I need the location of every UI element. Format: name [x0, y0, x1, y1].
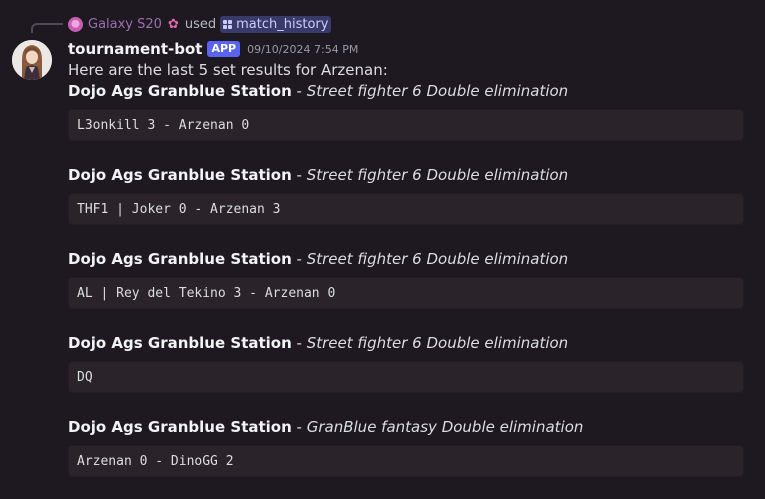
score-code-block: THF1 | Joker 0 - Arzenan 3: [68, 193, 744, 225]
bot-avatar[interactable]: [12, 40, 52, 80]
set-score: DQ: [77, 369, 93, 385]
result-title: Dojo Ags Granblue Station - GranBlue fan…: [68, 416, 744, 438]
game-name: Street fighter 6 Double elimination: [306, 250, 569, 268]
score-code-block: Arzenan 0 - DinoGG 2: [68, 445, 744, 477]
set-result: Dojo Ags Granblue Station - Street fight…: [68, 164, 744, 225]
message-header: tournament-bot APP 09/10/2024 7:54 PM: [68, 39, 358, 59]
interaction-username[interactable]: Galaxy S20: [88, 17, 162, 32]
set-score: AL | Rey del Tekino 3 - Arzenan 0: [77, 285, 336, 301]
app-badge: APP: [207, 41, 241, 57]
title-separator: -: [291, 82, 307, 100]
score-code-block: AL | Rey del Tekino 3 - Arzenan 0: [68, 277, 744, 309]
title-separator: -: [291, 334, 307, 352]
used-label: used: [184, 16, 217, 32]
slash-command-icon: [223, 19, 233, 29]
result-title: Dojo Ags Granblue Station - Street fight…: [68, 332, 744, 354]
title-separator: -: [291, 250, 307, 268]
set-result: Dojo Ags Granblue Station - Street fight…: [68, 332, 744, 393]
game-name: Street fighter 6 Double elimination: [306, 82, 569, 100]
event-name: Dojo Ags Granblue Station: [68, 334, 292, 352]
event-name: Dojo Ags Granblue Station: [68, 82, 292, 100]
interaction-user-avatar[interactable]: [68, 16, 83, 32]
title-separator: -: [291, 418, 307, 436]
set-score: L3onkill 3 - Arzenan 0: [77, 117, 250, 133]
command-interaction-header: Galaxy S20 ✿ used match_history: [68, 15, 332, 33]
score-code-block: DQ: [68, 361, 744, 393]
event-name: Dojo Ags Granblue Station: [68, 418, 292, 436]
author-username[interactable]: tournament-bot: [68, 40, 202, 58]
message-timestamp: 09/10/2024 7:54 PM: [247, 42, 359, 56]
score-code-block: L3onkill 3 - Arzenan 0: [68, 109, 744, 141]
command-name: match_history: [236, 16, 329, 32]
set-score: Arzenan 0 - DinoGG 2: [77, 453, 234, 469]
bot-message: Galaxy S20 ✿ used match_history tourname…: [0, 0, 765, 499]
set-result: Dojo Ags Granblue Station - GranBlue fan…: [68, 416, 744, 477]
set-score: THF1 | Joker 0 - Arzenan 3: [77, 201, 281, 217]
result-title: Dojo Ags Granblue Station - Street fight…: [68, 164, 744, 186]
game-name: GranBlue fantasy Double elimination: [306, 418, 584, 436]
event-name: Dojo Ags Granblue Station: [68, 250, 292, 268]
result-title: Dojo Ags Granblue Station - Street fight…: [68, 80, 744, 102]
result-title: Dojo Ags Granblue Station - Street fight…: [68, 248, 744, 270]
event-name: Dojo Ags Granblue Station: [68, 166, 292, 184]
game-name: Street fighter 6 Double elimination: [306, 166, 569, 184]
game-name: Street fighter 6 Double elimination: [306, 334, 569, 352]
bot-avatar-image: [12, 40, 52, 80]
reply-spine: [31, 23, 63, 33]
set-result: Dojo Ags Granblue Station - Street fight…: [68, 248, 744, 309]
command-mention[interactable]: match_history: [220, 15, 332, 33]
message-intro-text: Here are the last 5 set results for Arze…: [68, 61, 388, 79]
flower-icon: ✿: [167, 16, 179, 32]
title-separator: -: [291, 166, 307, 184]
set-result: Dojo Ags Granblue Station - Street fight…: [68, 80, 744, 141]
